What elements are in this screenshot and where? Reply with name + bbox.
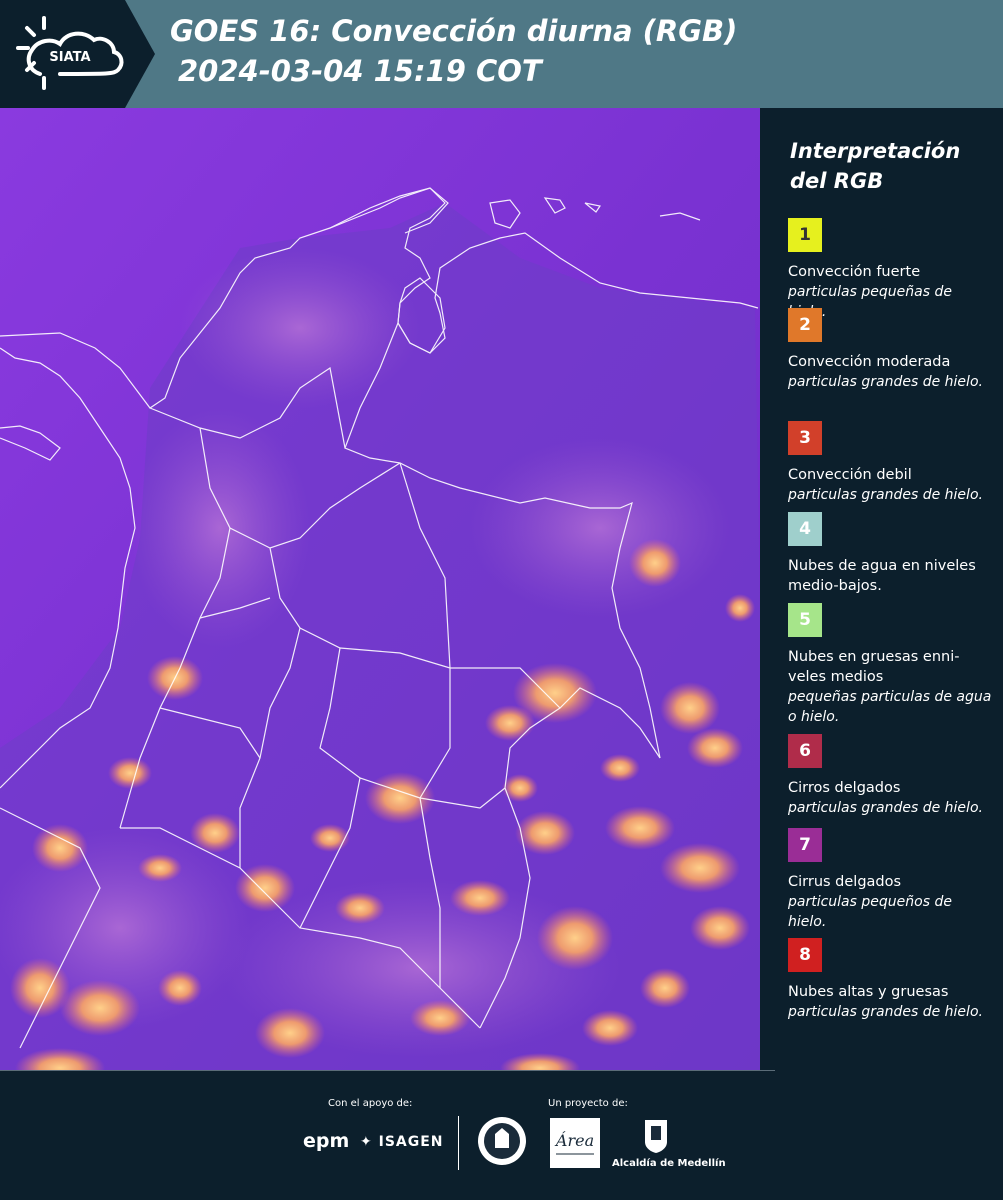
legend-swatch: 4 bbox=[788, 512, 822, 546]
legend-swatch: 6 bbox=[788, 734, 822, 768]
legend-title-line2: del RGB bbox=[790, 169, 884, 193]
seal-logo bbox=[477, 1116, 527, 1170]
legend-item-7: 7 Cirrus delgados particulas pequeños de… bbox=[788, 828, 993, 932]
footer-divider bbox=[458, 1116, 459, 1170]
legend-item-sub: particulas grandes de hielo. bbox=[788, 374, 983, 390]
footer: Con el apoyo de: Un proyecto de: epm ✦ I… bbox=[0, 1070, 1003, 1200]
legend-swatch: 5 bbox=[788, 603, 822, 637]
alcaldia-shield-icon bbox=[643, 1118, 669, 1158]
legend-title: Interpretación del RGB bbox=[790, 136, 990, 196]
legend-item-label: Nubes en gruesas enni-veles medios bbox=[788, 649, 960, 685]
legend-item-label: Convección fuerte bbox=[788, 264, 921, 280]
support-label: Con el apoyo de: bbox=[328, 1098, 413, 1109]
footer-divider-line bbox=[0, 1070, 775, 1071]
legend-item-2: 2 Convección moderada particulas grandes… bbox=[788, 308, 993, 392]
legend-item-label: Cirrus delgados bbox=[788, 874, 902, 890]
epm-logo: epm bbox=[303, 1130, 350, 1152]
alcaldia-label: Alcaldía de Medellín bbox=[612, 1158, 726, 1169]
legend-item-8: 8 Nubes altas y gruesas particulas grand… bbox=[788, 938, 993, 1022]
legend-item-label: Cirros delgados bbox=[788, 780, 901, 796]
siata-logo-text: SIATA bbox=[49, 50, 90, 65]
legend-item-1: 1 Convección fuerte particulas pequeñas … bbox=[788, 218, 993, 322]
legend-swatch: 7 bbox=[788, 828, 822, 862]
legend-swatch: 3 bbox=[788, 421, 822, 455]
legend-item-sub: particulas grandes de hielo. bbox=[788, 487, 983, 503]
isagen-logo: ✦ ISAGEN bbox=[360, 1134, 444, 1150]
siata-logo: SIATA bbox=[0, 0, 155, 108]
project-label: Un proyecto de: bbox=[548, 1098, 628, 1109]
legend-swatch: 1 bbox=[788, 218, 822, 252]
legend-item-sub: particulas pequeños de hielo. bbox=[788, 894, 952, 930]
legend-item-label: Convección debil bbox=[788, 467, 912, 483]
legend-item-5: 5 Nubes en gruesas enni-veles medios peq… bbox=[788, 603, 993, 727]
legend-item-sub: pequeñas particulas de agua o hielo. bbox=[788, 689, 992, 725]
legend-title-line1: Interpretación bbox=[790, 139, 961, 163]
legend-item-sub: particulas grandes de hielo. bbox=[788, 1004, 983, 1020]
legend-item-4: 4 Nubes de agua en niveles medio-bajos. bbox=[788, 512, 993, 596]
area-metropolitana-logo: Área bbox=[550, 1118, 600, 1172]
legend-item-sub: particulas grandes de hielo. bbox=[788, 800, 983, 816]
legend-swatch: 2 bbox=[788, 308, 822, 342]
page-title: GOES 16: Convección diurna (RGB) bbox=[170, 14, 738, 48]
isagen-star-icon: ✦ bbox=[360, 1134, 373, 1150]
legend-item-6: 6 Cirros delgados particulas grandes de … bbox=[788, 734, 993, 818]
legend-item-3: 3 Convección debil particulas grandes de… bbox=[788, 421, 993, 505]
legend-panel: Interpretación del RGB 1 Convección fuer… bbox=[760, 108, 1003, 1070]
legend-item-label: Convección moderada bbox=[788, 354, 951, 370]
satellite-map[interactable] bbox=[0, 108, 760, 1070]
legend-swatch: 8 bbox=[788, 938, 822, 972]
header-bar: SIATA GOES 16: Convección diurna (RGB) 2… bbox=[0, 0, 1003, 108]
legend-item-label: Nubes de agua en niveles medio-bajos. bbox=[788, 558, 976, 594]
legend-item-label: Nubes altas y gruesas bbox=[788, 984, 949, 1000]
isagen-text: ISAGEN bbox=[378, 1134, 444, 1150]
page-timestamp: 2024-03-04 15:19 COT bbox=[178, 54, 542, 88]
svg-text:Área: Área bbox=[554, 1130, 594, 1150]
goes-rgb-image bbox=[0, 108, 760, 1070]
